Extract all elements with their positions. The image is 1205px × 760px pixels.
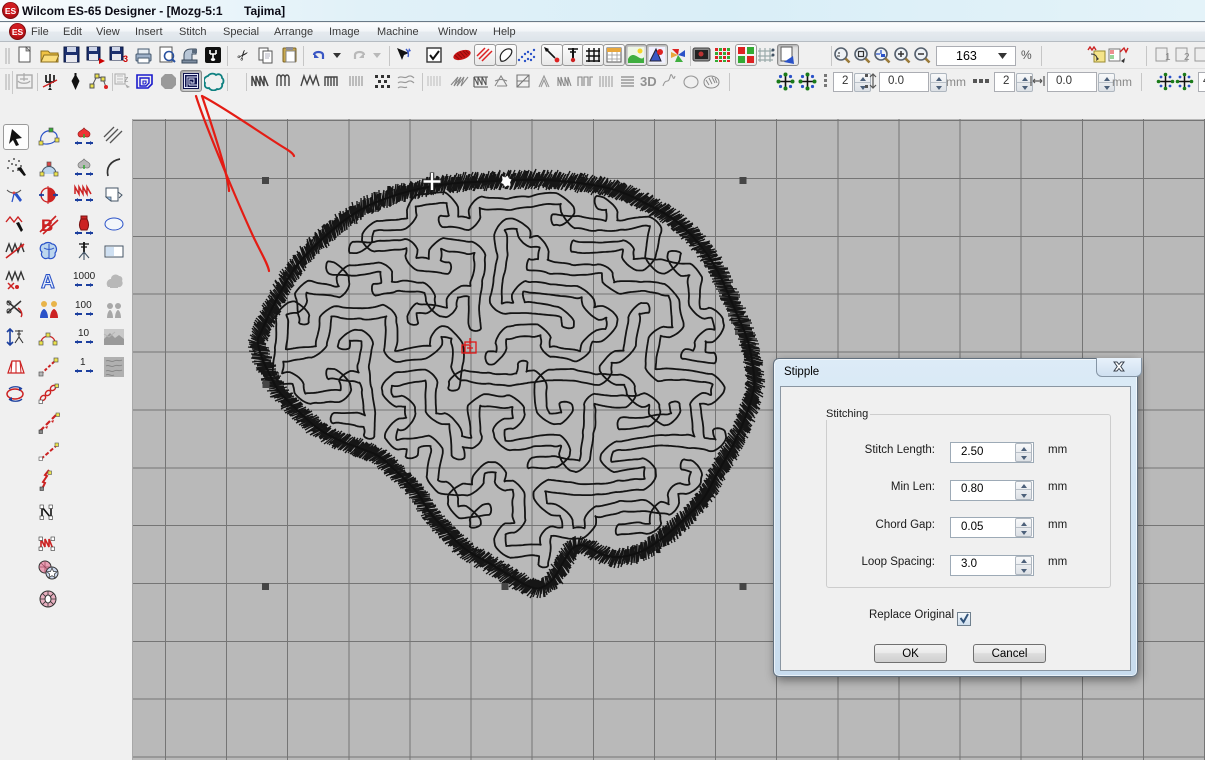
svg-text:2: 2 [1184, 52, 1190, 63]
svg-text:100: 100 [75, 300, 92, 311]
svg-text:A: A [41, 272, 55, 293]
svg-text:z: z [124, 74, 129, 84]
svg-text:ES: ES [5, 6, 17, 16]
svg-text:1: 1 [1165, 52, 1171, 63]
svg-text:3D: 3D [640, 74, 657, 89]
svg-text:✂: ✂ [234, 46, 252, 64]
svg-text:1: 1 [80, 357, 86, 368]
svg-text:ES: ES [12, 27, 24, 37]
svg-text:3: 3 [123, 54, 128, 64]
svg-text:10: 10 [78, 328, 90, 339]
svg-text:1000: 1000 [73, 271, 96, 282]
